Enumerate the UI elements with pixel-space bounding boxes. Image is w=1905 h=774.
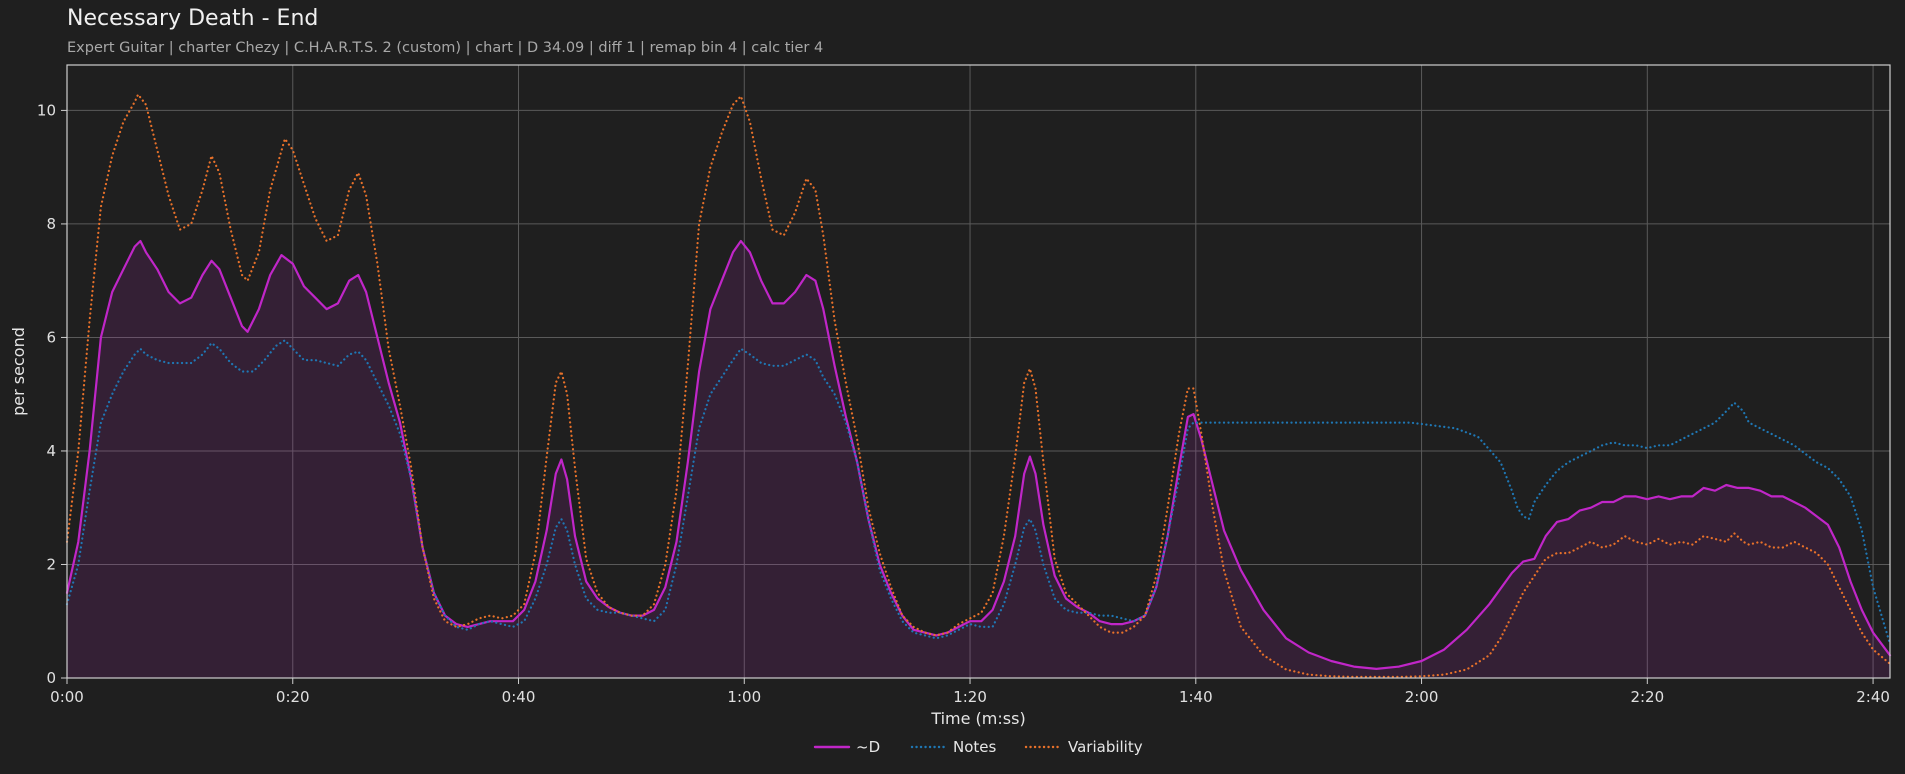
x-tick-label: 0:40 (502, 688, 536, 706)
x-tick-label: 1:00 (727, 688, 761, 706)
x-tick-label: 1:20 (953, 688, 987, 706)
legend-label: Variability (1068, 738, 1143, 756)
chart: 0:00 0:20 0:40 1:00 1:20 1:40 2:00 2:20 2:40 0 2 4 6… (9, 64, 1892, 756)
y-tick-label: 8 (46, 215, 56, 233)
x-axis-label: Time (m:ss) (930, 709, 1025, 728)
y-tick-label: 2 (46, 555, 56, 573)
y-tick-label: 4 (46, 442, 56, 460)
x-tick-label: 2:20 (1630, 688, 1664, 706)
x-tick-label: 0:20 (276, 688, 310, 706)
y-tick-label: 10 (37, 101, 56, 119)
x-tick-label: 2:00 (1405, 688, 1439, 706)
x-tick-label: 2:40 (1856, 688, 1890, 706)
y-axis-label: per second (9, 327, 28, 416)
legend-label: Notes (953, 738, 997, 756)
x-tick-label: 0:00 (50, 688, 84, 706)
y-tick-label: 6 (46, 328, 56, 346)
series-fill-layer (67, 241, 1890, 678)
series-area-d (67, 241, 1890, 678)
legend: ~D Notes Variability (813, 738, 1143, 756)
legend-label: ~D (856, 738, 880, 756)
x-tick-label: 1:40 (1179, 688, 1213, 706)
y-tick-label: 0 (46, 669, 56, 687)
